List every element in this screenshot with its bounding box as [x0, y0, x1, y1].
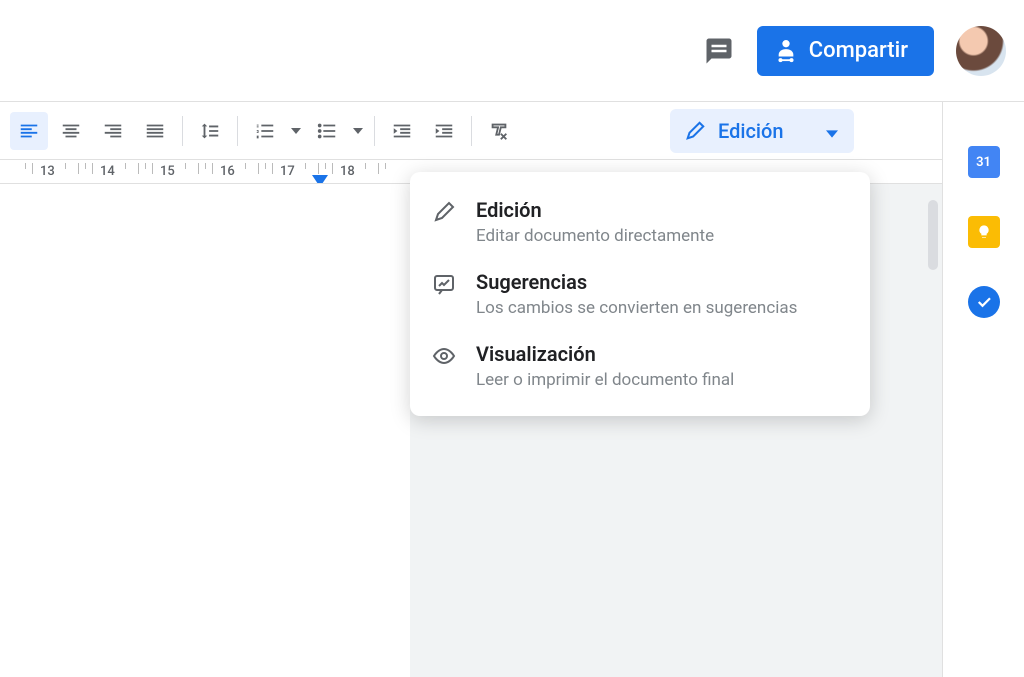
decrease-indent-button[interactable] [383, 112, 421, 150]
bulleted-list-button[interactable] [308, 112, 346, 150]
toolbar-separator [237, 116, 238, 146]
mode-option-title: Sugerencias [476, 270, 846, 294]
line-spacing-button[interactable] [191, 112, 229, 150]
scrollbar-thumb[interactable] [928, 200, 938, 270]
calendar-app-button[interactable]: 31 [968, 146, 1000, 178]
mode-option-title: Edición [476, 198, 846, 222]
numbered-list-icon [254, 120, 276, 142]
ruler-number: 13 [40, 164, 55, 179]
keep-app-button[interactable] [968, 216, 1000, 248]
editing-mode-selector[interactable]: Edición [670, 109, 854, 153]
align-center-button[interactable] [52, 112, 90, 150]
toolbar: Edición [0, 102, 1024, 160]
ruler-number: 18 [340, 164, 355, 179]
toolbar-separator [374, 116, 375, 146]
mode-option-suggesting[interactable]: Sugerencias Los cambios se convierten en… [410, 258, 870, 330]
ruler-number: 15 [160, 164, 175, 179]
mode-option-title: Visualización [476, 342, 846, 366]
indent-marker[interactable] [312, 172, 328, 184]
toolbar-separator [182, 116, 183, 146]
ruler-number: 16 [220, 164, 235, 179]
chat-icon [704, 36, 734, 66]
line-spacing-icon [199, 120, 221, 142]
caret-down-icon [353, 128, 363, 134]
align-right-icon [102, 120, 124, 142]
clear-formatting-button[interactable] [480, 112, 518, 150]
align-center-icon [60, 120, 82, 142]
align-left-icon [18, 120, 40, 142]
tasks-app-button[interactable] [968, 286, 1000, 318]
numbered-list-dropdown[interactable] [286, 128, 306, 134]
side-panel: 31 [942, 102, 1024, 677]
decrease-indent-icon [391, 120, 413, 142]
increase-indent-button[interactable] [425, 112, 463, 150]
header-bar: Compartir [0, 0, 1024, 102]
bulleted-list-dropdown[interactable] [348, 128, 368, 134]
suggest-icon [432, 270, 458, 300]
comments-button[interactable] [703, 35, 735, 67]
share-button[interactable]: Compartir [757, 26, 934, 76]
caret-down-icon [826, 119, 838, 143]
mode-option-editing[interactable]: Edición Editar documento directamente [410, 186, 870, 258]
lightbulb-icon [976, 224, 992, 240]
mode-option-viewing[interactable]: Visualización Leer o imprimir el documen… [410, 330, 870, 402]
align-justify-button[interactable] [136, 112, 174, 150]
share-label: Compartir [809, 38, 908, 63]
numbered-list-button[interactable] [246, 112, 284, 150]
mode-option-desc: Los cambios se convierten en sugerencias [476, 298, 846, 318]
pencil-icon [684, 120, 706, 142]
eye-icon [432, 342, 458, 372]
caret-down-icon [291, 128, 301, 134]
align-justify-icon [144, 120, 166, 142]
check-icon [975, 293, 993, 311]
increase-indent-icon [433, 120, 455, 142]
mode-option-desc: Editar documento directamente [476, 226, 846, 246]
bulleted-list-icon [316, 120, 338, 142]
toolbar-separator [471, 116, 472, 146]
clear-formatting-icon [488, 120, 510, 142]
document-page[interactable] [0, 184, 410, 677]
account-avatar[interactable] [956, 26, 1006, 76]
calendar-day-number: 31 [976, 155, 991, 170]
mode-label: Edición [718, 119, 784, 143]
share-icon [775, 38, 797, 64]
align-right-button[interactable] [94, 112, 132, 150]
align-left-button[interactable] [10, 112, 48, 150]
editing-mode-menu: Edición Editar documento directamente Su… [410, 172, 870, 416]
ruler-number: 14 [100, 164, 115, 179]
mode-option-desc: Leer o imprimir el documento final [476, 370, 846, 390]
pencil-icon [432, 198, 458, 228]
ruler-number: 17 [280, 164, 295, 179]
